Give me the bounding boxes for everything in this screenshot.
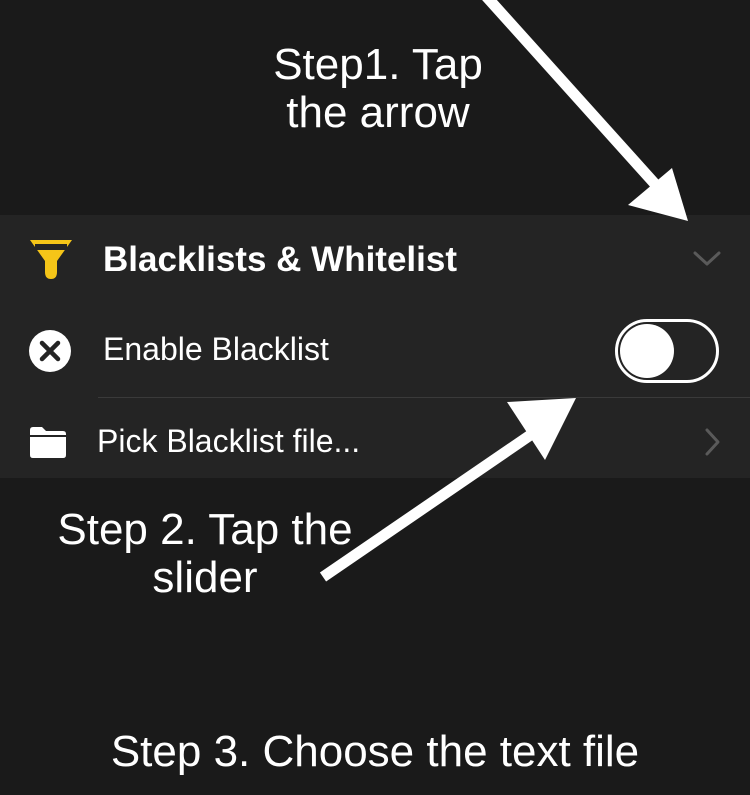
pick-blacklist-file-label: Pick Blacklist file...: [97, 423, 361, 459]
chevron-right-icon: [705, 428, 720, 456]
step1-line1: Step1. Tap: [273, 40, 483, 89]
section-header-blacklists[interactable]: Blacklists & Whitelist: [0, 215, 750, 305]
enable-blacklist-row: Enable Blacklist: [0, 305, 750, 399]
folder-icon: [30, 427, 66, 458]
step1-annotation: Step1. Tap the arrow: [218, 41, 538, 137]
enable-blacklist-toggle[interactable]: [615, 319, 719, 383]
step1-line2: the arrow: [286, 88, 470, 137]
step2-line1: Step 2. Tap the: [57, 505, 353, 554]
section-title: Blacklists & Whitelist: [103, 240, 457, 279]
pick-blacklist-file-row[interactable]: Pick Blacklist file...: [0, 399, 750, 478]
blacklists-whitelist-panel: Blacklists & Whitelist Enable Blacklist …: [0, 215, 750, 478]
step2-line2: slider: [152, 553, 258, 602]
step2-annotation: Step 2. Tap the slider: [20, 506, 390, 602]
step3-annotation: Step 3. Choose the text file: [110, 727, 640, 776]
row-divider: [98, 397, 750, 398]
toggle-knob: [620, 324, 674, 378]
close-circle-icon: [29, 330, 71, 372]
chevron-down-icon[interactable]: [692, 249, 722, 269]
funnel-icon: [30, 240, 72, 279]
enable-blacklist-label: Enable Blacklist: [103, 331, 329, 367]
